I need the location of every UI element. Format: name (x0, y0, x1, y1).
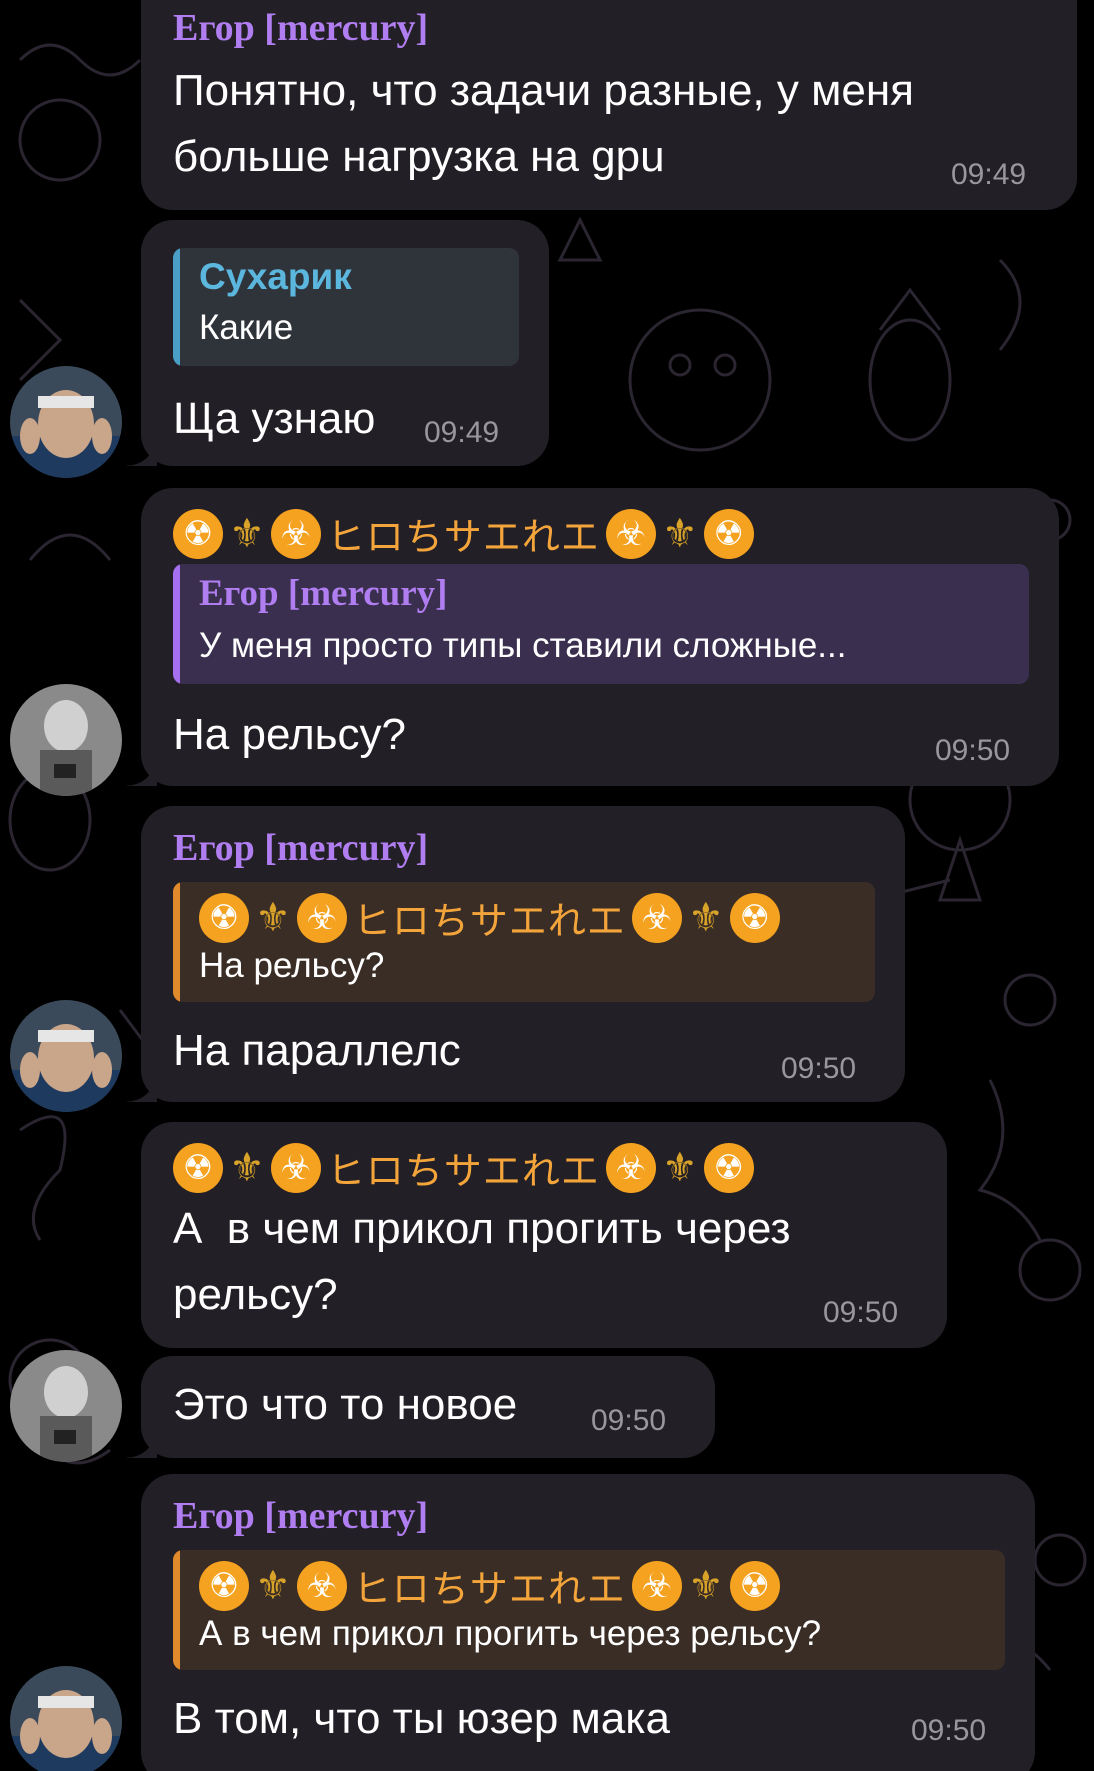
radioactive-icon: ☢ (173, 1142, 223, 1193)
sender-name[interactable]: Егор [mercury] (173, 6, 428, 50)
biohazard-icon: ☣ (605, 508, 656, 559)
sender-name[interactable]: ☢ ⚜ ☣ ヒロちサエれエ ☣ ⚜ ☢ (173, 1140, 754, 1195)
message-bubble[interactable]: Егор [mercury] Понятно, что задачи разны… (141, 0, 1077, 210)
biohazard-icon: ☣ (296, 1560, 347, 1611)
fleur-de-lis-icon: ⚜ (229, 510, 265, 557)
sender-name[interactable]: ☢ ⚜ ☣ ヒロちサエれエ ☣ ⚜ ☢ (173, 506, 754, 561)
message-text[interactable]: Ща узнаю (173, 386, 375, 452)
reply-text: У меня просто типы ставили сложные... (199, 626, 847, 665)
reply-sender-name-text: ヒロちサエれエ (352, 899, 626, 943)
message-bubble[interactable]: Егор [mercury] ☢ ⚜ ☣ ヒロちサエれエ ☣ ⚜ ☢ На ре… (127, 806, 905, 1102)
reply-preview[interactable]: ☢ ⚜ ☣ ヒロちサエれエ ☣ ⚜ ☢ На рельсу? (173, 882, 875, 1002)
reply-sender-name: ☢ ⚜ ☣ ヒロちサエれエ ☣ ⚜ ☢ (199, 1558, 780, 1613)
message-text[interactable]: Это что то новое (173, 1372, 517, 1438)
message-time: 09:50 (591, 1404, 667, 1437)
radioactive-icon: ☢ (199, 1560, 249, 1611)
fleur-de-lis-icon: ⚜ (255, 894, 291, 941)
avatar[interactable] (10, 684, 122, 796)
message-time: 09:49 (951, 158, 1027, 191)
avatar[interactable] (10, 1000, 122, 1112)
reply-text: А в чем прикол прогить через рельсу? (199, 1614, 822, 1653)
reply-preview[interactable]: Егор [mercury] У меня просто типы ставил… (173, 564, 1029, 684)
reply-bar (173, 882, 180, 1002)
reply-sender-name: ☢ ⚜ ☣ ヒロちサエれエ ☣ ⚜ ☢ (199, 890, 780, 945)
message-bubble[interactable]: Егор [mercury] ☢ ⚜ ☣ ヒロちサエれエ ☣ ⚜ ☢ А в ч… (127, 1474, 1035, 1771)
reply-sender-name: Сухарик (199, 256, 352, 297)
message-text[interactable]: Понятно, что задачи разные, у меня больш… (173, 58, 914, 190)
message-text[interactable]: В том, что ты юзер мака (173, 1686, 670, 1752)
radioactive-icon: ☢ (173, 508, 223, 559)
message-text[interactable]: На рельсу? (173, 702, 406, 768)
sender-name[interactable]: Егор [mercury] (173, 1494, 428, 1538)
reply-text: Какие (199, 308, 294, 347)
reply-sender-name: Егор [mercury] (199, 573, 448, 614)
fleur-de-lis-icon: ⚜ (661, 510, 698, 557)
message-text-line: Понятно, что задачи разные, у меня (173, 66, 914, 115)
message-bubble[interactable]: ☢ ⚜ ☣ ヒロちサエれエ ☣ ⚜ ☢ А в чем прикол проги… (141, 1122, 947, 1348)
biohazard-icon: ☣ (296, 892, 347, 943)
reply-preview[interactable]: ☢ ⚜ ☣ ヒロちサエれエ ☣ ⚜ ☢ А в чем прикол проги… (173, 1550, 1005, 1670)
message-time: 09:49 (424, 416, 500, 449)
message-time: 09:50 (935, 734, 1011, 767)
radioactive-icon: ☢ (703, 508, 754, 559)
message-bubble[interactable]: ☢ ⚜ ☣ ヒロちサエれエ ☣ ⚜ ☢ Егор [mercury] У мен… (127, 488, 1059, 786)
sender-name-text: ヒロちサエれエ (326, 515, 600, 559)
message-time: 09:50 (823, 1296, 899, 1329)
radioactive-icon: ☢ (729, 1560, 780, 1611)
sender-name[interactable]: Егор [mercury] (173, 826, 428, 870)
biohazard-icon: ☣ (270, 1142, 321, 1193)
reply-bar (173, 248, 180, 366)
reply-bar (173, 1550, 180, 1670)
biohazard-icon: ☣ (631, 1560, 682, 1611)
avatar[interactable] (10, 1666, 122, 1771)
avatar[interactable] (10, 1350, 122, 1462)
message-bubble[interactable]: Это что то новое 09:50 (127, 1356, 715, 1458)
radioactive-icon: ☢ (729, 892, 780, 943)
biohazard-icon: ☣ (605, 1142, 656, 1193)
message-time: 09:50 (781, 1052, 857, 1085)
fleur-de-lis-icon: ⚜ (661, 1144, 698, 1191)
avatar[interactable] (10, 366, 122, 478)
reply-text: На рельсу? (199, 946, 385, 985)
fleur-de-lis-icon: ⚜ (687, 1562, 724, 1609)
reply-preview[interactable]: Сухарик Какие (173, 248, 519, 366)
message-time: 09:50 (911, 1714, 987, 1747)
sender-name-text: ヒロちサエれエ (326, 1149, 600, 1193)
message-text-line: больше нагрузка на gpu (173, 132, 665, 181)
biohazard-icon: ☣ (270, 508, 321, 559)
message-text[interactable]: А в чем прикол прогить через рельсу? (173, 1196, 791, 1328)
biohazard-icon: ☣ (631, 892, 682, 943)
reply-sender-name-text: ヒロちサエれエ (352, 1567, 626, 1611)
message-text-line: А в чем прикол прогить через (173, 1204, 791, 1253)
message-text-line: рельсу? (173, 1270, 338, 1319)
message-text[interactable]: На параллелс (173, 1018, 461, 1084)
fleur-de-lis-icon: ⚜ (255, 1562, 291, 1609)
reply-bar (173, 564, 180, 684)
fleur-de-lis-icon: ⚜ (229, 1144, 265, 1191)
radioactive-icon: ☢ (199, 892, 249, 943)
fleur-de-lis-icon: ⚜ (687, 894, 724, 941)
radioactive-icon: ☢ (703, 1142, 754, 1193)
message-bubble[interactable]: Сухарик Какие Ща узнаю 09:49 (127, 220, 549, 466)
